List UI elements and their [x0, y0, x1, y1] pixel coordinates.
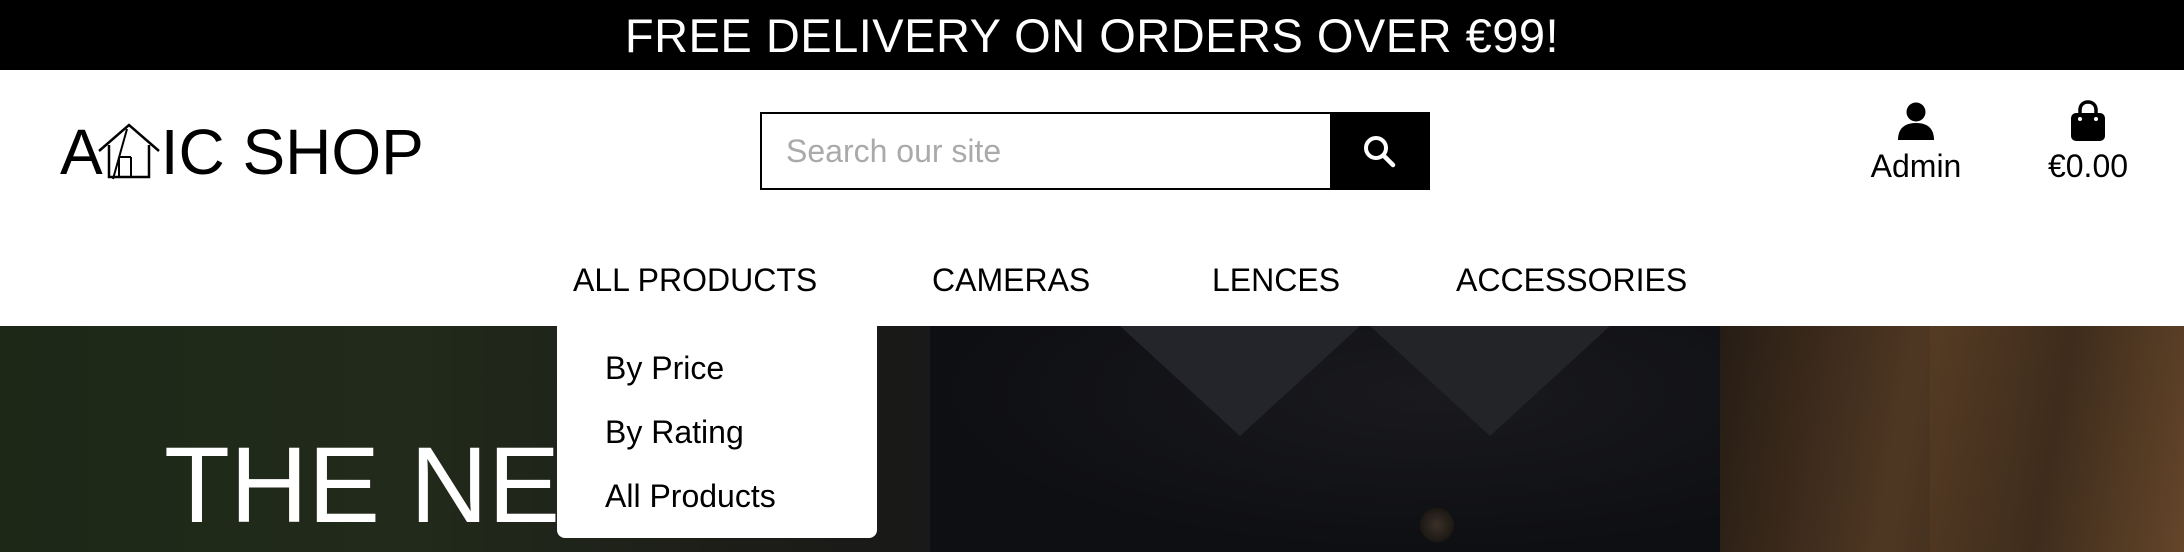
- user-icon: [1862, 100, 1970, 146]
- hero-banner: THE NEW: [0, 326, 2184, 552]
- nav-item-all-products[interactable]: All Products: [573, 250, 817, 310]
- search-icon: [1364, 136, 1396, 168]
- hero-image-collar-right: [1370, 326, 1610, 436]
- hero-image-collar-left: [1120, 326, 1360, 436]
- dropdown-item-all-products[interactable]: All Products: [557, 464, 877, 528]
- nav-item-lences[interactable]: Lences: [1212, 250, 1340, 310]
- dropdown-item-by-price[interactable]: By Price: [557, 336, 877, 400]
- search-form: [760, 112, 1430, 190]
- shopping-bag-icon: [2040, 100, 2136, 146]
- search-input[interactable]: [762, 114, 1330, 188]
- main-nav: All Products Cameras Lences Accessories: [0, 250, 2184, 310]
- cart-link[interactable]: €0.00: [2040, 100, 2136, 185]
- site-logo[interactable]: A IC SHOP: [60, 112, 424, 192]
- account-link[interactable]: Admin: [1862, 100, 1970, 185]
- all-products-dropdown: By Price By Rating All Products: [557, 322, 877, 538]
- dropdown-item-by-rating[interactable]: By Rating: [557, 400, 877, 464]
- nav-item-cameras[interactable]: Cameras: [932, 250, 1090, 310]
- hero-image-hair: [1720, 326, 2184, 552]
- nav-item-accessories[interactable]: Accessories: [1456, 250, 1687, 310]
- account-label: Admin: [1870, 148, 1962, 184]
- site-header: A IC SHOP A: [0, 70, 2184, 326]
- house-icon: [97, 119, 161, 181]
- logo-text-suffix: IC SHOP: [160, 116, 424, 188]
- cart-total: €0.00: [2047, 148, 2129, 184]
- search-button[interactable]: [1330, 114, 1428, 188]
- hero-image-shirt-button: [1420, 508, 1454, 542]
- free-delivery-banner: FREE DELIVERY ON ORDERS OVER €99!: [0, 0, 2184, 70]
- banner-text: FREE DELIVERY ON ORDERS OVER €99!: [624, 8, 1560, 62]
